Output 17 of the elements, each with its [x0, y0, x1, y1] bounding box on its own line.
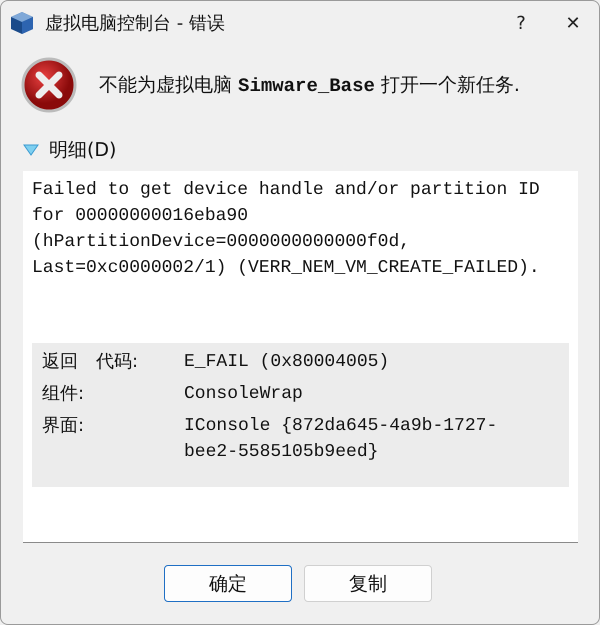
- close-button[interactable]: ✕: [547, 1, 599, 45]
- app-icon: [9, 10, 35, 36]
- field-label: 界面:: [42, 414, 86, 438]
- help-button[interactable]: ?: [495, 1, 547, 45]
- expand-triangle-icon: [23, 143, 39, 157]
- details-toggle[interactable]: 明细(D): [23, 137, 116, 163]
- error-icon: [21, 57, 77, 113]
- field-value: IConsole {872da645-4a9b-1727-bee2-5585105b9eed}: [184, 415, 498, 464]
- field-value: E_FAIL (0x80004005): [184, 351, 390, 374]
- error-message: 不能为虚拟电脑 Simware_Base 打开一个新任务.: [99, 73, 520, 98]
- field-value: ConsoleWrap: [184, 383, 304, 406]
- dialog-button[interactable]: 确定: [164, 565, 292, 602]
- field-label: 返回 代码:: [42, 350, 140, 374]
- dialog-button[interactable]: 复制: [304, 565, 432, 602]
- window-title: 虚拟电脑控制台 - 错误: [45, 12, 226, 35]
- error-details: Failed to get device handle and/or partition ID for 00000000016eba90 (hPartitionDevice=0000000000000f0d, Last=0xc0000002/1) (VERR_NEM_VM_CREATE_FAILED).: [32, 179, 541, 280]
- field-label: 组件:: [42, 382, 86, 406]
